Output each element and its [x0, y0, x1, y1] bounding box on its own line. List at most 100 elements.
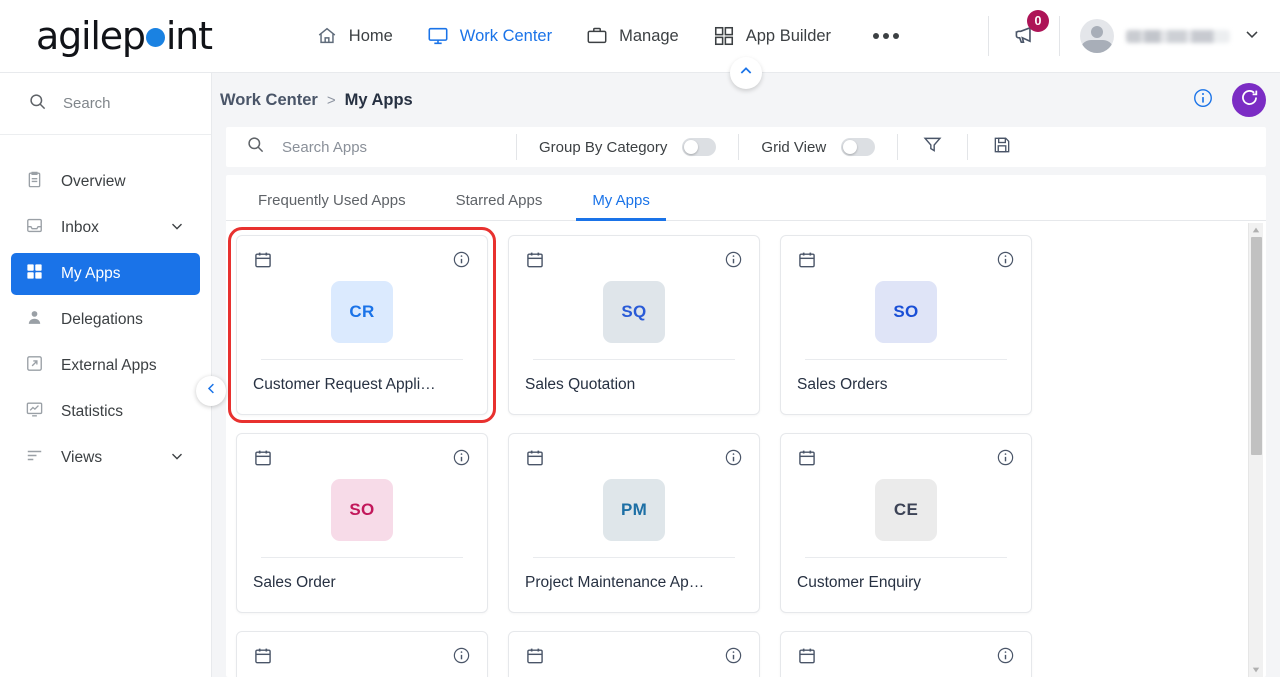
funnel-filter-icon [922, 134, 943, 160]
refresh-button[interactable] [1232, 83, 1266, 117]
sidebar-item-inbox-label: Inbox [61, 219, 99, 236]
notifications-button[interactable]: 0 [989, 9, 1059, 52]
sidebar-item-views[interactable]: Views [11, 437, 200, 479]
filter-button[interactable] [898, 134, 967, 160]
megaphone-icon [1011, 26, 1037, 51]
tab-frequently-used-apps[interactable]: Frequently Used Apps [242, 192, 422, 220]
chevron-down-icon[interactable] [168, 217, 186, 240]
app-card[interactable] [780, 631, 1032, 677]
sidebar-item-my-apps[interactable]: My Apps [11, 253, 200, 295]
sidebar-item-views-label: Views [61, 449, 103, 466]
calendar-icon [525, 646, 545, 671]
nav-item-work-center-label: Work Center [459, 26, 553, 45]
grid-view-toggle[interactable] [841, 138, 876, 156]
sidebar-item-delegations[interactable]: Delegations [11, 299, 200, 341]
tab-my-apps-label: My Apps [592, 192, 650, 209]
left-sidebar: Overview Inbox [0, 73, 212, 677]
group-by-category-toggle[interactable] [682, 138, 717, 156]
app-card[interactable]: SO Sales Order [236, 433, 488, 613]
app-initials-tile: SO [331, 479, 393, 541]
nav-item-home[interactable]: Home [316, 25, 393, 47]
info-circle-icon[interactable] [724, 250, 743, 274]
info-circle-icon[interactable] [996, 646, 1015, 670]
tab-starred-apps-label: Starred Apps [455, 192, 543, 209]
scrollbar-thumb[interactable] [1251, 237, 1262, 455]
apps-card-scroll-area: CR Customer Request Appli… SQ Sales Quotati… [226, 221, 1266, 677]
sidebar-item-statistics[interactable]: Statistics [11, 391, 200, 433]
save-button[interactable] [968, 135, 1036, 160]
info-circle-icon[interactable] [452, 448, 471, 472]
calendar-icon [797, 448, 817, 473]
group-by-category-control: Group By Category [517, 138, 738, 156]
app-initials-tile: SQ [603, 281, 665, 343]
app-card[interactable] [508, 631, 760, 677]
sidebar-item-external-apps[interactable]: External Apps [11, 345, 200, 387]
agilepoint-logo[interactable]: agilep int [36, 14, 213, 58]
sidebar-collapse-button[interactable] [196, 376, 226, 406]
app-card[interactable]: CE Customer Enquiry [780, 433, 1032, 613]
collapse-header-button[interactable] [730, 57, 762, 89]
nav-item-app-builder-label: App Builder [745, 26, 832, 45]
nav-item-home-label: Home [348, 26, 393, 45]
app-card-title: Customer Request Appli… [253, 376, 436, 393]
apps-search[interactable] [226, 135, 516, 159]
save-disk-icon [992, 135, 1012, 160]
chevron-down-icon[interactable] [168, 447, 186, 470]
nav-item-work-center[interactable]: Work Center [427, 25, 552, 47]
info-circle-icon[interactable] [996, 448, 1015, 472]
info-circle-icon[interactable] [452, 250, 471, 274]
clipboard-icon [25, 170, 44, 194]
sidebar-search[interactable] [0, 73, 211, 135]
logo-text: agilep int [36, 14, 213, 58]
app-card-header [525, 448, 743, 473]
app-card[interactable]: PM Project Maintenance Ap… [508, 433, 760, 613]
app-card-header [525, 250, 743, 275]
top-right-actions: 0 [988, 9, 1280, 58]
sidebar-search-input[interactable] [63, 95, 173, 112]
calendar-icon [797, 646, 817, 671]
app-card[interactable]: SO Sales Orders [780, 235, 1032, 415]
more-options-icon[interactable] [873, 33, 900, 39]
calendar-icon [253, 250, 273, 275]
chevron-down-icon[interactable] [1242, 24, 1262, 49]
sidebar-item-inbox[interactable]: Inbox [11, 207, 200, 249]
app-card-header [525, 646, 743, 671]
app-initials-tile: SO [875, 281, 937, 343]
info-circle-icon[interactable] [724, 448, 743, 472]
tab-starred-apps[interactable]: Starred Apps [440, 192, 559, 220]
nav-item-manage[interactable]: Manage [586, 25, 679, 47]
breadcrumb-separator: > [326, 91, 336, 109]
sidebar-item-overview[interactable]: Overview [11, 161, 200, 203]
monitor-icon [427, 25, 449, 47]
info-circle-icon[interactable] [452, 646, 471, 670]
apps-search-input[interactable] [282, 138, 482, 156]
scroll-down-arrow[interactable] [1249, 663, 1263, 677]
home-icon [316, 25, 338, 47]
breadcrumb-root[interactable]: Work Center [220, 91, 318, 110]
app-card-header [253, 448, 471, 473]
info-circle-icon[interactable] [724, 646, 743, 670]
nav-item-app-builder[interactable]: App Builder [713, 25, 831, 47]
app-card[interactable]: SQ Sales Quotation [508, 235, 760, 415]
info-circle-icon[interactable] [996, 250, 1015, 274]
info-circle-icon[interactable] [1192, 87, 1214, 114]
main-navigation: Home Work Center Manage App Builder [316, 25, 900, 47]
user-menu[interactable] [1060, 19, 1280, 53]
app-card[interactable] [236, 631, 488, 677]
grid-view-control: Grid View [739, 138, 897, 156]
vertical-scrollbar[interactable] [1248, 223, 1263, 677]
logo-dot-icon [145, 27, 165, 47]
top-header: agilep int Home Work Center Manage App B… [0, 0, 1280, 73]
sidebar-item-external-apps-label: External Apps [61, 357, 157, 374]
tab-my-apps[interactable]: My Apps [576, 192, 666, 221]
apps-card-grid: CR Customer Request Appli… SQ Sales Quotati… [228, 227, 1250, 677]
nav-item-manage-label: Manage [619, 26, 679, 45]
breadcrumb-current: My Apps [344, 90, 413, 109]
calendar-icon [525, 448, 545, 473]
grid-view-label: Grid View [761, 138, 827, 156]
app-card-header [797, 448, 1015, 473]
sidebar-item-delegations-label: Delegations [61, 311, 143, 328]
search-icon [28, 92, 47, 115]
app-card[interactable]: CR Customer Request Appli… [228, 227, 496, 423]
scroll-up-arrow[interactable] [1249, 223, 1263, 237]
